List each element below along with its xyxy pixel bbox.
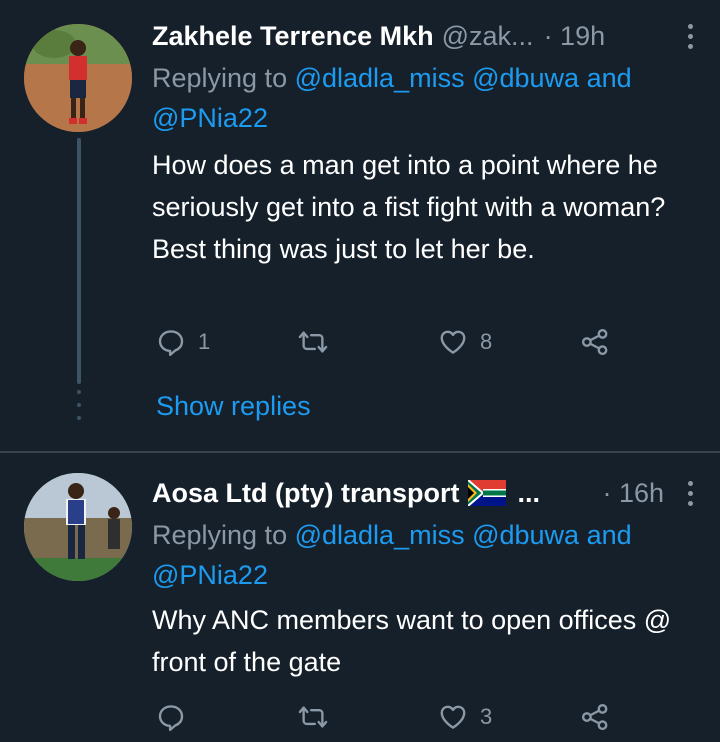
more-icon[interactable]: [678, 475, 702, 511]
replying-to: Replying to @dladla_miss @dbuwa and @PNi…: [152, 58, 696, 138]
user-handle[interactable]: @zak...: [442, 21, 534, 52]
reply-button[interactable]: [156, 697, 198, 737]
mention-link[interactable]: @PNia22: [152, 103, 268, 133]
like-count: 8: [480, 329, 493, 354]
display-name[interactable]: Zakhele Terrence Mkh: [152, 21, 434, 52]
reply-button[interactable]: 1: [156, 322, 210, 362]
mention-link[interactable]: @dladla_miss: [295, 63, 465, 93]
mention-link[interactable]: @dbuwa: [472, 63, 579, 93]
tweet-header: Zakhele Terrence Mkh @zak... · 19h: [152, 16, 700, 56]
share-icon: [581, 703, 608, 731]
tweet-text: Why ANC members want to open offices @ f…: [152, 605, 672, 677]
like-button[interactable]: 3: [438, 697, 492, 737]
avatar[interactable]: [24, 24, 132, 132]
retweet-button[interactable]: [298, 697, 340, 737]
reply-count: 1: [198, 329, 211, 354]
action-bar: 3: [152, 697, 622, 737]
tweet-1[interactable]: Zakhele Terrence Mkh @zak... · 19h Reply…: [0, 0, 720, 452]
share-button[interactable]: [580, 322, 610, 362]
replying-label: Replying to: [152, 63, 295, 93]
action-bar: 1 8: [152, 322, 622, 362]
retweet-icon: [298, 706, 328, 728]
and-others-link[interactable]: and: [579, 520, 632, 550]
retweet-icon: [298, 331, 328, 353]
more-icon[interactable]: [678, 18, 702, 54]
like-button[interactable]: 8: [438, 322, 492, 362]
timestamp[interactable]: · 19h: [544, 21, 606, 52]
show-replies-link[interactable]: Show replies: [156, 386, 311, 426]
share-button[interactable]: [580, 697, 610, 737]
like-count: 3: [480, 704, 493, 729]
thread-line: [77, 138, 81, 384]
avatar[interactable]: [24, 473, 132, 581]
mention-link[interactable]: @PNia22: [152, 560, 268, 590]
display-name[interactable]: Aosa Ltd (pty) transport: [152, 478, 460, 509]
retweet-button[interactable]: [298, 322, 340, 362]
tweet-text: How does a man get into a point where he…: [152, 150, 666, 264]
thread-dots: [72, 390, 86, 420]
tweet-header: Aosa Ltd (pty) transport ... · 16h: [152, 473, 700, 513]
timestamp[interactable]: · 16h: [602, 478, 664, 509]
mention-link[interactable]: @dbuwa: [472, 520, 579, 550]
south-africa-flag-icon: [467, 480, 506, 506]
replying-to: Replying to @dladla_miss @dbuwa and @PNi…: [152, 515, 696, 595]
mention-link[interactable]: @dladla_miss: [295, 520, 465, 550]
share-icon: [581, 328, 608, 356]
heart-icon: [440, 705, 466, 729]
replying-label: Replying to: [152, 520, 295, 550]
name-ellipsis: ...: [517, 477, 541, 508]
reply-icon: [158, 705, 184, 732]
and-others-link[interactable]: and: [579, 63, 632, 93]
tweet-2[interactable]: Aosa Ltd (pty) transport ... · 16h Reply…: [0, 453, 720, 742]
heart-icon: [440, 330, 466, 354]
reply-icon: [158, 330, 184, 357]
